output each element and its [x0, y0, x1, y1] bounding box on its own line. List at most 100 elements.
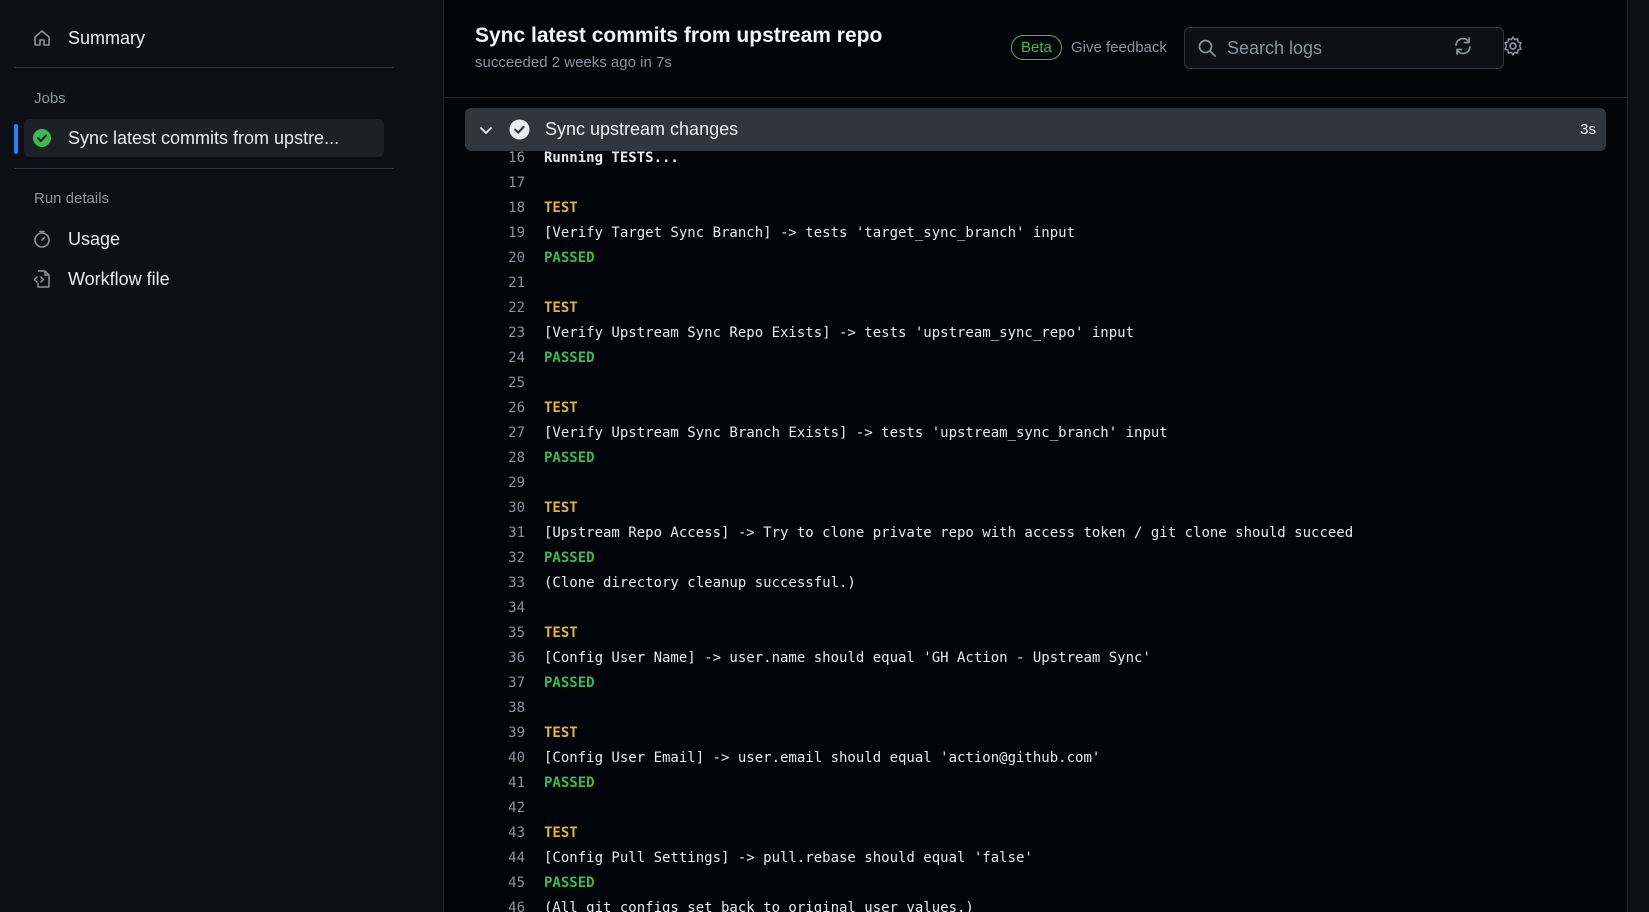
sidebar-item-workflow-file[interactable]: Workflow file: [24, 260, 170, 298]
main-panel: Sync latest commits from upstream repo s…: [445, 0, 1627, 912]
log-line[interactable]: 37 PASSED: [445, 670, 1605, 695]
line-number[interactable]: 44: [445, 850, 525, 866]
sidebar-item-label: Summary: [68, 27, 146, 48]
log-line[interactable]: 38: [445, 695, 1605, 720]
log-line[interactable]: 32 PASSED: [445, 545, 1605, 570]
line-number[interactable]: 33: [445, 575, 525, 591]
log-line[interactable]: 30 TEST: [445, 495, 1605, 520]
line-number[interactable]: 39: [445, 725, 525, 741]
line-number[interactable]: 18: [445, 200, 525, 216]
line-number[interactable]: 43: [445, 825, 525, 841]
log-line[interactable]: 27 [Verify Upstream Sync Branch Exists] -…: [445, 420, 1605, 445]
line-number[interactable]: 34: [445, 600, 525, 616]
log-line[interactable]: 16 Running TESTS...: [445, 151, 1605, 170]
log-line[interactable]: 42: [445, 795, 1605, 820]
log-line[interactable]: 36 [Config User Name] -> user.name should…: [445, 645, 1605, 670]
settings-button[interactable]: [1499, 34, 1527, 62]
log-text: PASSED: [544, 449, 595, 466]
log-text: TEST: [544, 499, 578, 516]
log-line[interactable]: 19 [Verify Target Sync Branch] -> tests '…: [445, 220, 1605, 245]
sidebar-item-summary[interactable]: Summary: [24, 19, 145, 57]
give-feedback-link[interactable]: Give feedback: [1071, 39, 1167, 56]
log-line[interactable]: 43 TEST: [445, 820, 1605, 845]
sidebar-item-label: Sync latest commits from upstre...: [68, 127, 340, 148]
beta-badge: Beta: [1011, 35, 1062, 60]
line-number[interactable]: 31: [445, 525, 525, 541]
search-input[interactable]: [1227, 37, 1487, 59]
page-title: Sync latest commits from upstream repo: [475, 24, 883, 47]
log-line[interactable]: 22 TEST: [445, 295, 1605, 320]
log-line[interactable]: 40 [Config User Email] -> user.email shou…: [445, 745, 1605, 770]
sync-icon: [1452, 35, 1474, 62]
line-number[interactable]: 27: [445, 425, 525, 441]
log-line[interactable]: 23 [Verify Upstream Sync Repo Exists] -> …: [445, 320, 1605, 345]
line-number[interactable]: 37: [445, 675, 525, 691]
log-line[interactable]: 35 TEST: [445, 620, 1605, 645]
line-number[interactable]: 16: [445, 151, 525, 166]
log-line[interactable]: 39 TEST: [445, 720, 1605, 745]
divider: [14, 168, 394, 169]
log-text: PASSED: [544, 549, 595, 566]
line-number[interactable]: 23: [445, 325, 525, 341]
log-line[interactable]: 33 (Clone directory cleanup successful.): [445, 570, 1605, 595]
line-number[interactable]: 19: [445, 225, 525, 241]
line-number[interactable]: 46: [445, 900, 525, 912]
line-number[interactable]: 45: [445, 875, 525, 891]
log-line[interactable]: 17: [445, 170, 1605, 195]
line-number[interactable]: 40: [445, 750, 525, 766]
run-details-section-title: Run details: [34, 190, 110, 207]
log-text: [Verify Upstream Sync Repo Exists] -> te…: [544, 324, 1135, 341]
log-text: PASSED: [544, 774, 595, 791]
log-text: [Config User Email] -> user.email should…: [544, 749, 1101, 766]
sidebar-item-job[interactable]: Sync latest commits from upstre...: [24, 119, 384, 157]
line-number[interactable]: 21: [445, 275, 525, 291]
log-line[interactable]: 24 PASSED: [445, 345, 1605, 370]
log-text: TEST: [544, 399, 578, 416]
line-number[interactable]: 25: [445, 375, 525, 391]
log-text: PASSED: [544, 674, 595, 691]
log-text: [Config Pull Settings] -> pull.rebase sh…: [544, 849, 1033, 866]
log-text: [Verify Target Sync Branch] -> tests 'ta…: [544, 224, 1076, 241]
log-line[interactable]: 28 PASSED: [445, 445, 1605, 470]
log-line[interactable]: 25: [445, 370, 1605, 395]
scrollbar-track[interactable]: [1627, 0, 1649, 912]
line-number[interactable]: 24: [445, 350, 525, 366]
log-line[interactable]: 45 PASSED: [445, 870, 1605, 895]
log-text: TEST: [544, 299, 578, 316]
log-line[interactable]: 21: [445, 270, 1605, 295]
line-number[interactable]: 17: [445, 175, 525, 191]
log-text: PASSED: [544, 349, 595, 366]
line-number[interactable]: 20: [445, 250, 525, 266]
log-text: [Config User Name] -> user.name should e…: [544, 649, 1151, 666]
line-number[interactable]: 42: [445, 800, 525, 816]
line-number[interactable]: 35: [445, 625, 525, 641]
line-number[interactable]: 22: [445, 300, 525, 316]
line-number[interactable]: 41: [445, 775, 525, 791]
step-title: Sync upstream changes: [545, 119, 739, 139]
log-text: PASSED: [544, 874, 595, 891]
line-number[interactable]: 30: [445, 500, 525, 516]
log-header: Sync latest commits from upstream repo s…: [445, 0, 1627, 98]
log-line[interactable]: 18 TEST: [445, 195, 1605, 220]
search-icon: [1197, 38, 1217, 58]
log-line[interactable]: 26 TEST: [445, 395, 1605, 420]
sidebar-item-usage[interactable]: Usage: [24, 220, 120, 258]
log-line[interactable]: 41 PASSED: [445, 770, 1605, 795]
line-number[interactable]: 29: [445, 475, 525, 491]
step-header[interactable]: Sync upstream changes 3s: [465, 108, 1606, 151]
log-text: TEST: [544, 199, 578, 216]
log-line[interactable]: 46 (All git configs set back to original …: [445, 895, 1605, 912]
log-line[interactable]: 20 PASSED: [445, 245, 1605, 270]
line-number[interactable]: 28: [445, 450, 525, 466]
log-line[interactable]: 34: [445, 595, 1605, 620]
refresh-button[interactable]: [1449, 34, 1477, 62]
step-duration: 3s: [1580, 121, 1596, 138]
line-number[interactable]: 38: [445, 700, 525, 716]
chevron-down-icon[interactable]: [476, 120, 496, 140]
log-line[interactable]: 44 [Config Pull Settings] -> pull.rebase …: [445, 845, 1605, 870]
log-line[interactable]: 29: [445, 470, 1605, 495]
line-number[interactable]: 26: [445, 400, 525, 416]
line-number[interactable]: 36: [445, 650, 525, 666]
log-line[interactable]: 31 [Upstream Repo Access] -> Try to clone…: [445, 520, 1605, 545]
line-number[interactable]: 32: [445, 550, 525, 566]
